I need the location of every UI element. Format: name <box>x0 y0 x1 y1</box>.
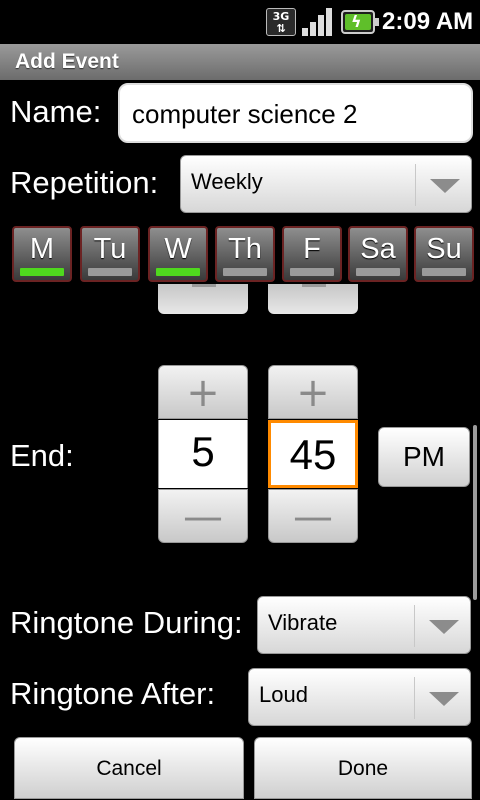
day-toggle-sunday[interactable]: Su <box>414 226 474 282</box>
repetition-spinner[interactable]: Weekly <box>180 155 472 213</box>
minute-value: 45 <box>289 431 337 478</box>
name-input[interactable] <box>132 97 462 131</box>
name-label: Name: <box>10 94 102 129</box>
minute-increment-button[interactable]: + <box>268 365 358 419</box>
start-minute-decrement-stub[interactable] <box>268 284 358 314</box>
hour-value-field[interactable]: 5 <box>158 420 248 488</box>
day-toggle-saturday[interactable]: Sa <box>348 226 408 282</box>
dropdown-arrow-icon <box>414 605 470 647</box>
day-indicator <box>356 268 400 276</box>
day-label: Tu <box>93 233 127 265</box>
hour-increment-button[interactable]: + <box>158 365 248 419</box>
done-button[interactable]: Done <box>254 737 472 799</box>
day-indicator <box>156 268 200 276</box>
dropdown-arrow-icon <box>414 677 470 719</box>
status-bar: 3G ⇅ ϟ 2:09 AM <box>0 0 480 42</box>
day-label: Th <box>228 233 262 265</box>
repetition-value: Weekly <box>191 169 263 194</box>
day-indicator <box>290 268 334 276</box>
day-indicator <box>88 268 132 276</box>
day-indicator <box>223 268 267 276</box>
day-toggle-thursday[interactable]: Th <box>215 226 275 282</box>
name-field-container[interactable] <box>118 83 473 143</box>
ringtone-during-value: Vibrate <box>268 610 338 635</box>
minus-icon: — <box>293 494 333 540</box>
network-3g-icon: 3G ⇅ <box>266 8 296 36</box>
title-bar: Add Event <box>0 44 480 80</box>
ringtone-during-label: Ringtone During: <box>10 605 243 640</box>
day-label: Su <box>426 233 462 265</box>
plus-icon: + <box>296 370 330 416</box>
minute-value-field[interactable]: 45 <box>268 420 358 488</box>
ringtone-during-spinner[interactable]: Vibrate <box>257 596 471 654</box>
minus-icon: — <box>183 494 223 540</box>
battery-charging-icon: ϟ <box>341 10 379 34</box>
page-title: Add Event <box>15 50 119 73</box>
day-toggle-friday[interactable]: F <box>282 226 342 282</box>
ampm-toggle-button[interactable]: PM <box>378 427 470 487</box>
day-label: W <box>164 233 192 265</box>
ringtone-after-spinner[interactable]: Loud <box>248 668 471 726</box>
day-toggle-tuesday[interactable]: Tu <box>80 226 140 282</box>
day-indicator <box>422 268 466 276</box>
day-indicator <box>20 268 64 276</box>
hour-decrement-button[interactable]: — <box>158 489 248 543</box>
day-toggle-wednesday[interactable]: W <box>148 226 208 282</box>
day-label: M <box>29 233 55 265</box>
status-time: 2:09 AM <box>382 8 474 35</box>
day-label: F <box>303 233 321 265</box>
end-label: End: <box>10 438 74 473</box>
hour-value: 5 <box>191 428 215 475</box>
minute-decrement-button[interactable]: — <box>268 489 358 543</box>
day-toggle-monday[interactable]: M <box>12 226 72 282</box>
ringtone-after-value: Loud <box>259 682 308 707</box>
repetition-label: Repetition: <box>10 165 159 200</box>
start-hour-decrement-stub[interactable] <box>158 284 248 314</box>
cancel-button[interactable]: Cancel <box>14 737 244 799</box>
day-label: Sa <box>360 233 396 265</box>
scrollbar[interactable] <box>473 425 477 600</box>
signal-bars-icon <box>302 8 334 36</box>
dropdown-arrow-icon <box>415 164 471 206</box>
plus-icon: + <box>186 370 220 416</box>
ringtone-after-label: Ringtone After: <box>10 676 216 711</box>
